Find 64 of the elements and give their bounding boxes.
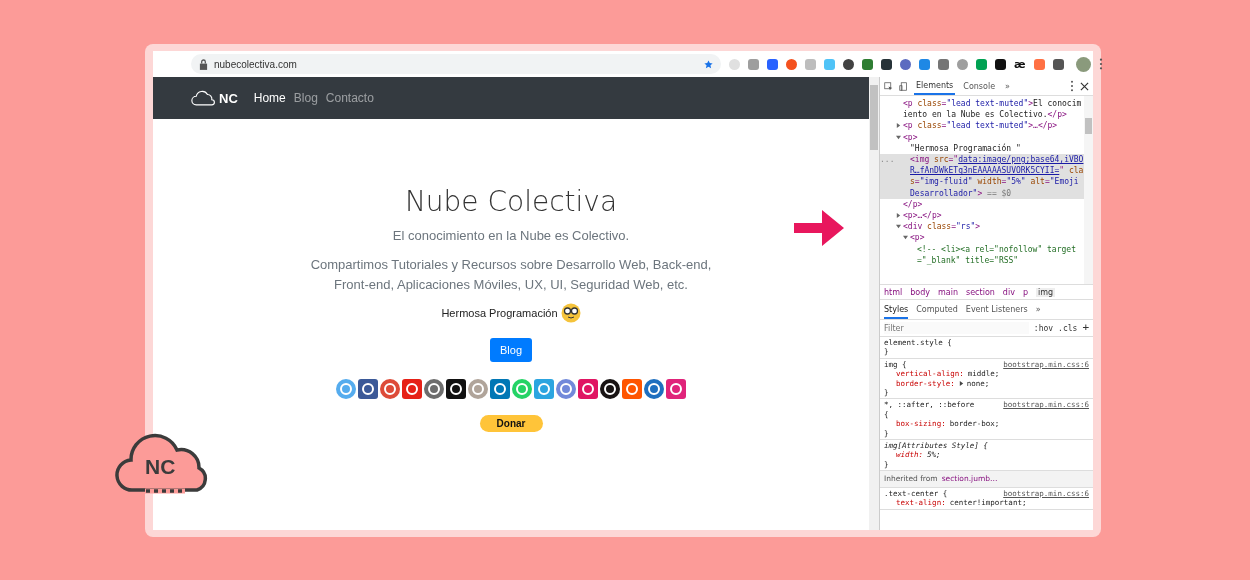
nav-link[interactable]: Blog — [293, 91, 318, 105]
extension-icon[interactable] — [1052, 58, 1064, 70]
devtools-tab[interactable]: Elements — [914, 77, 956, 95]
breadcrumb-link[interactable]: section — [966, 287, 995, 297]
scrollbar[interactable] — [1084, 96, 1093, 284]
logo-text[interactable]: NC — [219, 90, 238, 106]
gutter-mark: ... — [880, 155, 895, 164]
dom-node-line[interactable]: "Hermosa Programación " — [910, 142, 1084, 154]
extension-icon[interactable] — [995, 58, 1006, 70]
breadcrumb-link[interactable]: main — [938, 287, 959, 297]
dom-node-line[interactable]: <!-- <li><a rel="nofollow" target="_blank" title="RSS" — [917, 243, 1084, 267]
styles-tab[interactable]: Styles — [884, 302, 909, 319]
styles-tab[interactable]: » — [1035, 302, 1041, 319]
breadcrumb-link[interactable]: html — [884, 287, 903, 297]
social-link-icon[interactable] — [446, 379, 466, 399]
new-rule-button[interactable]: + — [1082, 323, 1089, 333]
description: Compartimos Tutoriales y Recursos sobre Desarrollo Web, Back-end, Front-end, Aplicaciones Móviles, UX, UI, Seguridad Web, etc. — [309, 256, 713, 294]
menu-icon[interactable] — [1098, 58, 1103, 70]
dom-node-line[interactable]: </p> — [903, 198, 1084, 211]
styles-tab[interactable]: Event Listeners — [965, 302, 1028, 319]
extension-icon[interactable]: æ — [1014, 58, 1026, 70]
logo-text: NC — [145, 455, 176, 479]
star-icon[interactable] — [704, 58, 713, 70]
right-arrow-icon — [794, 210, 844, 246]
breadcrumb-link[interactable]: body — [910, 287, 931, 297]
dom-node-line[interactable]: <p class="lead text-muted">El conocimiento en la Nube es Colectivo.</p> — [903, 98, 1084, 121]
inspect-icon[interactable] — [884, 81, 893, 91]
menu-icon[interactable] — [1070, 80, 1074, 92]
social-link-icon[interactable] — [358, 379, 378, 399]
dom-node-line[interactable]: <p>…</p> — [903, 210, 1084, 222]
lock-icon — [199, 58, 208, 70]
breadcrumb-link[interactable]: div — [1002, 287, 1015, 297]
breadcrumb-link[interactable]: p — [1022, 287, 1028, 297]
devtools-tab[interactable]: » — [1003, 78, 1012, 94]
dom-node-line[interactable]: <p> — [910, 232, 1084, 244]
address-bar[interactable]: nubecolectiva.com — [191, 54, 721, 74]
social-link-icon[interactable] — [600, 379, 620, 399]
filter-field[interactable]: Filter — [884, 322, 1029, 334]
subtitle: El conocimiento en la Nube es Colectivo. — [392, 228, 630, 243]
nav-link[interactable]: Contacto — [325, 91, 374, 105]
site-title: Nube Colectiva — [404, 185, 618, 218]
blog-button[interactable]: Blog — [490, 338, 532, 362]
extension-icon[interactable] — [843, 58, 854, 70]
close-icon[interactable] — [1080, 81, 1089, 91]
cloud-icon — [191, 90, 217, 106]
tagline: Hermosa Programación — [441, 307, 558, 319]
hov-toggle[interactable]: :hov — [1033, 323, 1054, 333]
scrollbar[interactable] — [869, 77, 879, 530]
device-icon[interactable] — [899, 81, 908, 91]
nerd-face-icon — [560, 303, 581, 323]
devtools-tab[interactable]: Console — [961, 78, 998, 94]
nav-link[interactable]: Home — [253, 91, 286, 105]
url-text: nubecolectiva.com — [214, 58, 297, 70]
avatar-icon[interactable] — [1075, 56, 1091, 72]
donate-button[interactable]: Donar — [479, 415, 543, 432]
cls-toggle[interactable]: .cls — [1058, 323, 1078, 333]
extension-icon[interactable] — [881, 58, 892, 70]
expand-toggle-icon[interactable] — [958, 380, 964, 386]
dom-node-line[interactable]: <div class="rs"> — [903, 221, 1084, 233]
dom-node-line[interactable]: <img src="data:image/png;base64,iVBOR…fAnDWkETg3nEAAAAASUVORK5CYII=" clas="img-fluid" width="5%" alt="Emoji Desarrollador"> == $0 — [910, 154, 1084, 199]
dom-node-line[interactable]: <p> — [903, 131, 1084, 143]
breadcrumb-link[interactable]: img — [1035, 287, 1056, 297]
dom-node-line[interactable]: <p class="lead text-muted">…</p> — [903, 120, 1084, 132]
styles-tab[interactable]: Computed — [916, 302, 958, 319]
